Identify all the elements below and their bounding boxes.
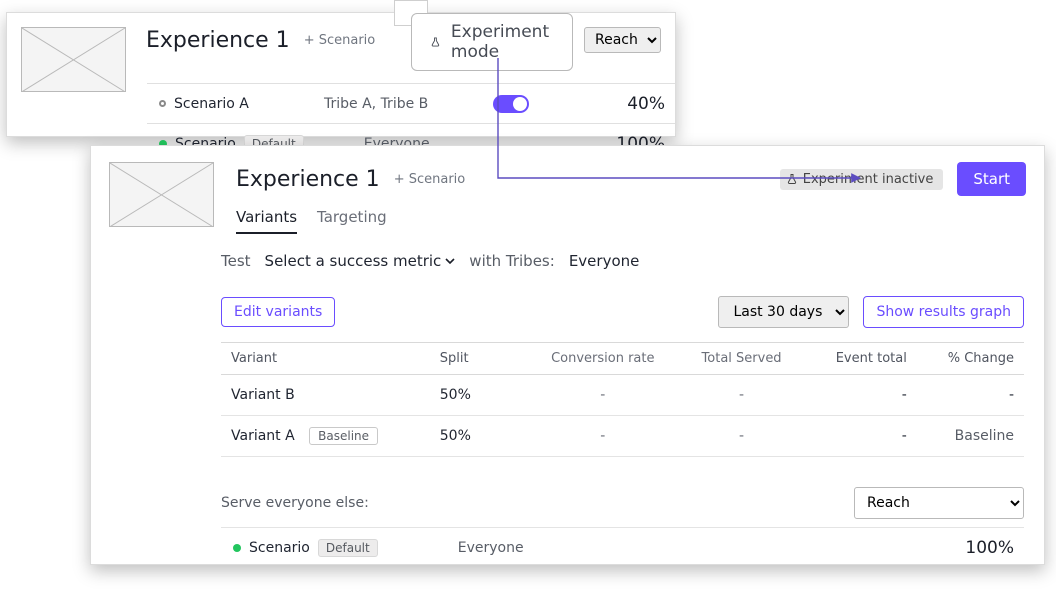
show-results-graph-button[interactable]: Show results graph (863, 296, 1024, 328)
start-button[interactable]: Start (957, 162, 1026, 196)
col-event: Event total (804, 343, 917, 375)
scenario-pct: 40% (615, 94, 665, 114)
variant-name: Variant A (231, 428, 295, 444)
experiment-mode-callout[interactable]: Experiment mode (411, 13, 573, 71)
thumbnail-placeholder (109, 162, 214, 227)
reach-select[interactable]: Reach (584, 27, 661, 53)
tab-targeting[interactable]: Targeting (317, 208, 387, 234)
scenario-pct: 100% (964, 538, 1014, 558)
experience-title: Experience 1 (146, 28, 290, 53)
scenario-name: Scenario (249, 540, 310, 556)
default-badge: Default (318, 539, 378, 557)
thumbnail-placeholder (21, 27, 126, 92)
col-change: % Change (917, 343, 1024, 375)
add-scenario-link[interactable]: + Scenario (394, 172, 466, 187)
serve-label: Serve everyone else: (221, 495, 369, 511)
tribes-value: Everyone (569, 252, 640, 270)
metric-select[interactable]: Select a success metric (265, 252, 456, 270)
experiment-mode-callout-container: Experiment mode (394, 0, 428, 26)
with-tribes-label: with Tribes: (469, 252, 555, 270)
date-range-select[interactable]: Last 30 days (718, 296, 849, 328)
status-dot (159, 100, 166, 107)
experience-card-compact: Experience 1 + Scenario Reach Scenario A… (6, 12, 676, 137)
variant-name: Variant B (231, 387, 295, 403)
chevron-down-icon (445, 256, 455, 266)
col-served: Total Served (679, 343, 803, 375)
flask-icon (430, 34, 441, 50)
baseline-badge: Baseline (309, 427, 378, 445)
flask-icon (786, 173, 798, 185)
experiment-status-badge: Experiment inactive (780, 169, 944, 190)
scenario-tribes: Everyone (458, 540, 524, 556)
scenario-tribes: Tribe A, Tribe B (324, 96, 428, 112)
edit-variants-button[interactable]: Edit variants (221, 297, 335, 327)
status-dot (233, 544, 241, 552)
scenario-toggle[interactable] (493, 95, 529, 113)
table-row[interactable]: Variant A Baseline 50% - - - Baseline (221, 416, 1024, 457)
scenario-name: Scenario A (174, 96, 324, 112)
experiment-mode-label: Experiment mode (451, 22, 554, 62)
col-split: Split (430, 343, 526, 375)
add-scenario-link[interactable]: + Scenario (304, 33, 376, 48)
experience-title: Experience 1 (236, 167, 380, 192)
tab-variants[interactable]: Variants (236, 208, 297, 234)
experience-card-experiment: Experience 1 + Scenario Experiment inact… (90, 145, 1045, 565)
test-label: Test (221, 252, 251, 270)
col-conversion: Conversion rate (526, 343, 679, 375)
col-variant: Variant (221, 343, 430, 375)
scenario-row[interactable]: Scenario A Tribe A, Tribe B 40% (147, 83, 675, 123)
reach-select[interactable]: Reach (854, 487, 1024, 519)
variants-table: Variant Split Conversion rate Total Serv… (221, 342, 1024, 457)
table-row[interactable]: Variant B 50% - - - - (221, 375, 1024, 416)
scenario-row[interactable]: Scenario Default Everyone 100% (221, 527, 1024, 567)
